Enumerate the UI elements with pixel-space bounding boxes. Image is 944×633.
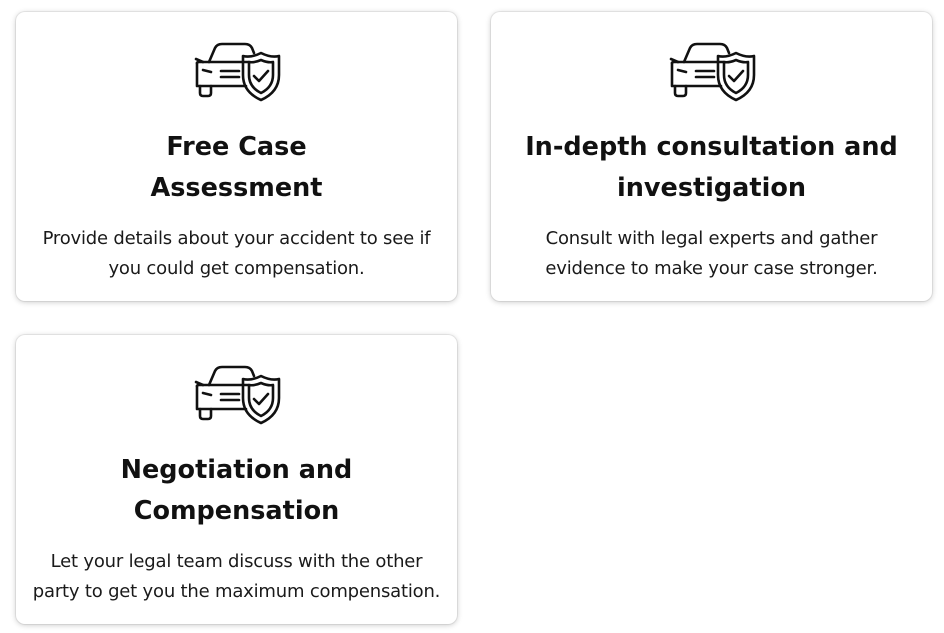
service-card-negotiation-compensation: Negotiation and Compensation Let your le… xyxy=(16,335,457,624)
card-title-line: investigation xyxy=(617,173,806,203)
card-description: Provide details about your accident to s… xyxy=(43,224,431,284)
card-title: Free Case Assessment xyxy=(151,127,323,209)
card-description: Let your legal team discuss with the oth… xyxy=(32,547,441,607)
card-title-line: Negotiation and xyxy=(120,455,353,485)
car-shield-check-icon xyxy=(194,365,280,425)
card-description-line: Consult with legal experts and gather xyxy=(545,228,878,249)
card-title-line: In-depth consultation and xyxy=(525,132,898,162)
service-card-consultation-investigation: In-depth consultation and investigation … xyxy=(491,12,932,301)
card-description-line: party to get you the maximum compensatio… xyxy=(32,581,441,602)
card-title-line: Compensation xyxy=(133,496,340,526)
card-title-line: Assessment xyxy=(150,173,323,203)
card-description-line: Provide details about your accident to s… xyxy=(42,228,431,249)
card-title: In-depth consultation and investigation xyxy=(525,127,898,209)
car-shield-check-icon xyxy=(194,42,280,102)
card-title: Negotiation and Compensation xyxy=(121,450,353,532)
car-shield-check-icon xyxy=(669,42,755,102)
card-description-line: Let your legal team discuss with the oth… xyxy=(50,551,423,572)
card-description: Consult with legal experts and gather ev… xyxy=(545,224,877,284)
card-description-line: you could get compensation. xyxy=(108,258,365,279)
card-description-line: evidence to make your case stronger. xyxy=(545,258,878,279)
service-card-free-case-assessment: Free Case Assessment Provide details abo… xyxy=(16,12,457,301)
card-title-line: Free Case xyxy=(166,132,307,162)
